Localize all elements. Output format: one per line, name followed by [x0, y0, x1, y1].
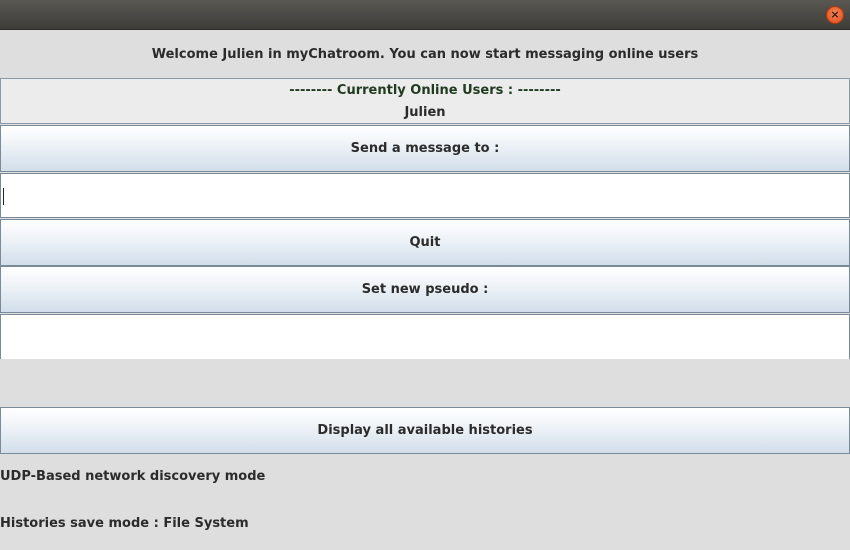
close-window-button[interactable]: ×: [826, 6, 844, 24]
online-users-header: -------- Currently Online Users : ------…: [289, 83, 561, 98]
display-histories-button[interactable]: Display all available histories: [0, 407, 850, 454]
quit-button[interactable]: Quit: [0, 219, 850, 266]
discovery-mode-label: UDP-Based network discovery mode: [0, 469, 266, 484]
online-users-panel: -------- Currently Online Users : ------…: [0, 78, 850, 124]
text-caret: [3, 188, 4, 205]
pseudo-input[interactable]: [0, 314, 850, 359]
title-bar: ×: [0, 0, 850, 30]
close-icon: ×: [830, 8, 840, 21]
welcome-message: Welcome Julien in myChatroom. You can no…: [151, 46, 699, 62]
save-mode-label: Histories save mode : File System: [0, 516, 249, 531]
online-user-item[interactable]: Julien: [1, 105, 849, 121]
send-message-button[interactable]: Send a message to :: [0, 125, 850, 172]
set-pseudo-button[interactable]: Set new pseudo :: [0, 266, 850, 313]
message-input[interactable]: [0, 173, 850, 218]
chatroom-window: × Welcome Julien in myChatroom. You can …: [0, 0, 850, 550]
